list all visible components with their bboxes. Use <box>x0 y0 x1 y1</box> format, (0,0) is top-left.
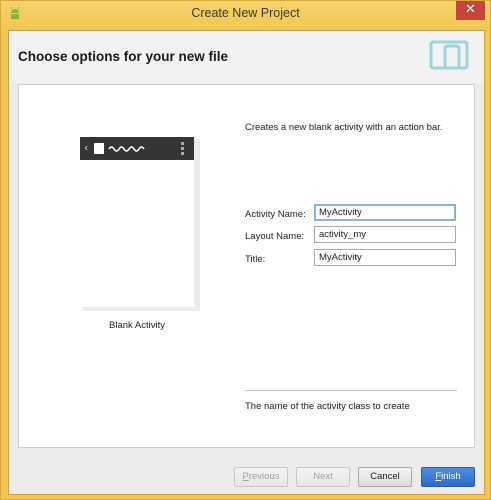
app-logo-icon <box>94 143 104 154</box>
cancel-button[interactable]: Cancel <box>358 467 412 487</box>
previous-button[interactable]: Previous <box>234 467 288 487</box>
title-squiggle-icon <box>108 146 145 152</box>
finish-button[interactable]: Finish <box>421 467 475 487</box>
window-title: Create New Project <box>191 6 300 20</box>
title-field[interactable] <box>314 249 456 266</box>
cancel-label: Cancel <box>370 471 400 482</box>
options-panel: ‹ Blank Activity Creates a new blank act… <box>18 84 475 448</box>
activity-name-field[interactable] <box>314 204 456 221</box>
template-name: Blank Activity <box>109 320 165 331</box>
next-button[interactable]: Next <box>296 467 350 487</box>
divider <box>245 390 457 391</box>
title-bar[interactable]: Create New Project ✕ <box>1 1 490 29</box>
layout-name-field[interactable] <box>314 226 456 243</box>
preview-action-bar: ‹ <box>80 137 194 160</box>
device-icon <box>429 40 469 70</box>
layout-name-label: Layout Name: <box>245 231 305 242</box>
previous-label: revious <box>248 471 280 482</box>
window: Create New Project ✕ Choose options for … <box>0 0 491 500</box>
activity-preview: ‹ <box>80 137 194 307</box>
page-title: Choose options for your new file <box>18 49 229 64</box>
close-icon: ✕ <box>465 2 476 17</box>
finish-label: inish <box>441 471 461 482</box>
next-label: Next <box>313 471 333 482</box>
template-description: Creates a new blank activity with an act… <box>245 122 443 133</box>
wizard-header: Choose options for your new file <box>9 31 484 83</box>
field-help-text: The name of the activity class to create <box>245 401 410 412</box>
title-label: Title: <box>245 254 266 265</box>
activity-name-label: Activity Name: <box>245 209 306 220</box>
back-chevron-icon: ‹ <box>84 141 89 154</box>
close-button[interactable]: ✕ <box>456 1 485 20</box>
overflow-menu-icon <box>181 142 184 155</box>
dialog-content: Choose options for your new file ‹ Blank… <box>8 30 485 495</box>
